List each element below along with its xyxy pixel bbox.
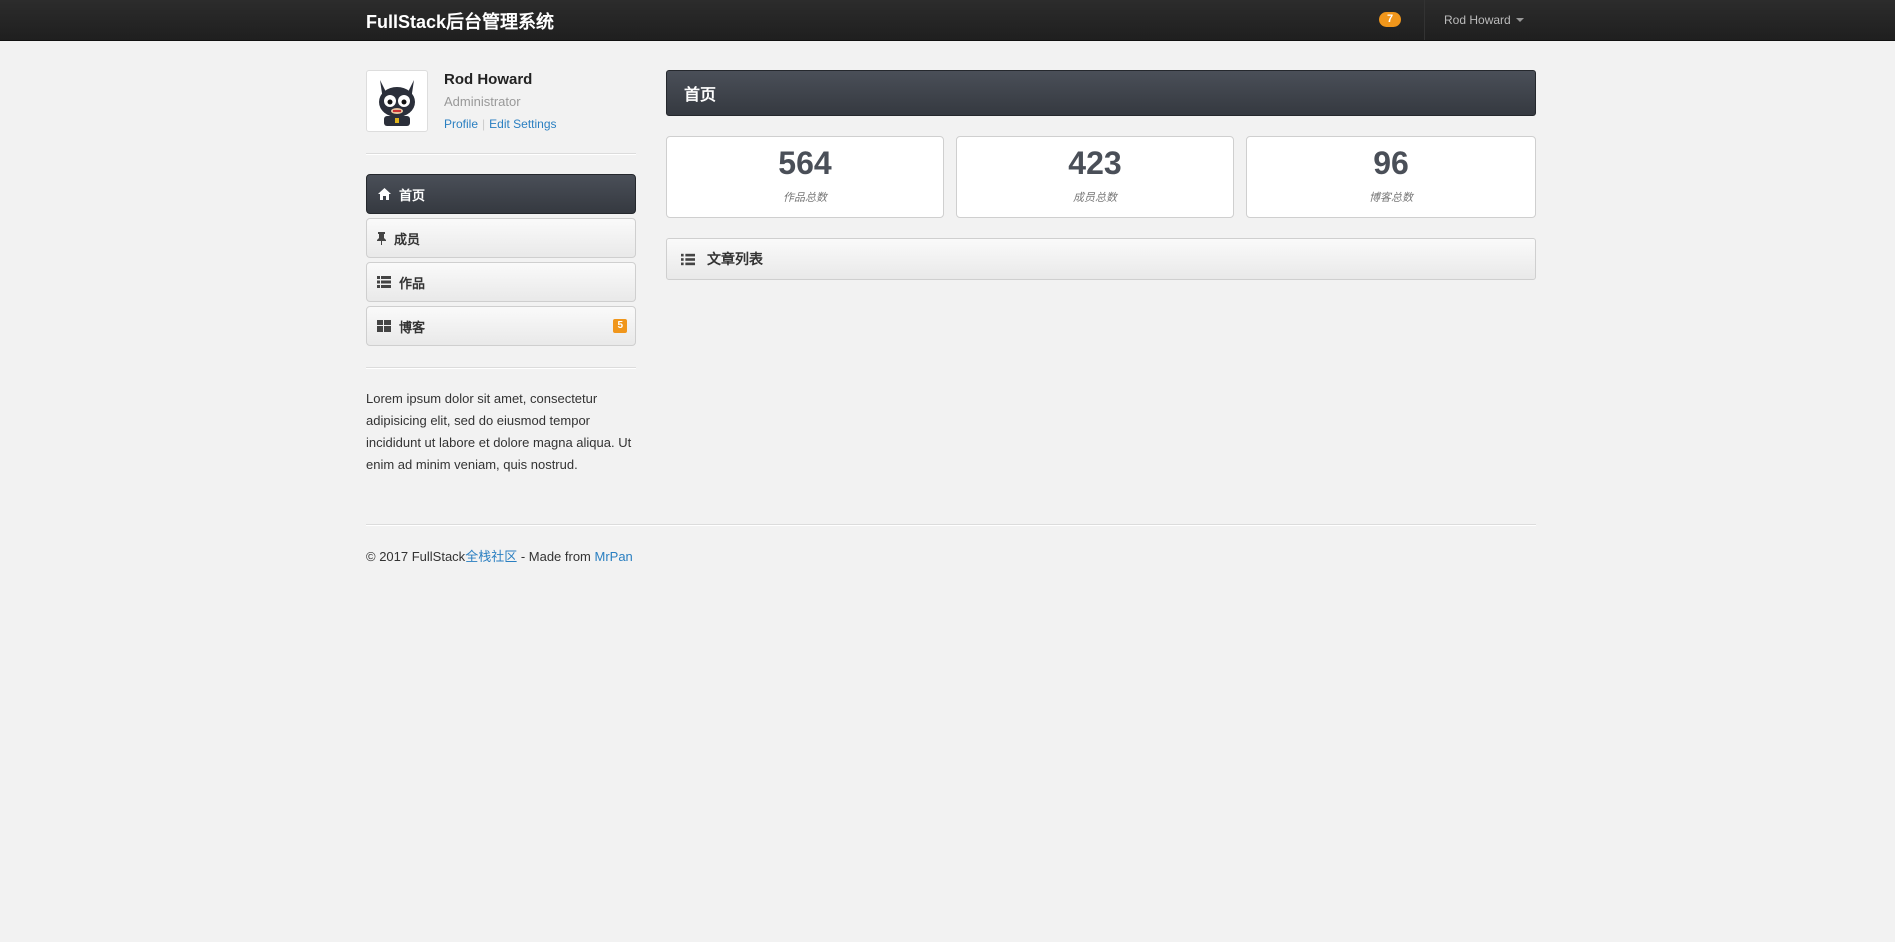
sidebar-item-label: 作品 bbox=[399, 275, 426, 291]
sidebar-item-home[interactable]: 首页 bbox=[366, 174, 636, 214]
stat-card-blogs: 96 博客总数 bbox=[1246, 136, 1536, 218]
article-list-title: 文章列表 bbox=[707, 251, 763, 267]
stat-card-members: 423 成员总数 bbox=[956, 136, 1234, 218]
article-list-header: 文章列表 bbox=[666, 238, 1536, 280]
brand-title[interactable]: FullStack后台管理系统 bbox=[366, 8, 554, 34]
sidebar-item-label: 首页 bbox=[399, 187, 426, 203]
stat-label: 作品总数 bbox=[783, 192, 827, 204]
sidebar-item-works[interactable]: 作品 bbox=[366, 262, 636, 302]
divider bbox=[366, 367, 636, 369]
sidebar-item-members[interactable]: 成员 bbox=[366, 218, 636, 258]
edit-settings-link[interactable]: Edit Settings bbox=[489, 117, 556, 131]
profile-role: Administrator bbox=[444, 94, 521, 109]
stat-value: 423 bbox=[1068, 145, 1122, 181]
stat-value: 96 bbox=[1373, 145, 1409, 181]
sidebar-item-label: 成员 bbox=[394, 231, 421, 247]
blog-count-badge: 5 bbox=[613, 319, 627, 333]
home-icon bbox=[377, 187, 391, 201]
grid-icon bbox=[377, 319, 391, 333]
avatar bbox=[366, 70, 428, 132]
sidebar-description: Lorem ipsum dolor sit amet, consectetur … bbox=[366, 391, 632, 472]
pin-icon bbox=[377, 231, 386, 245]
page-title: 首页 bbox=[666, 70, 1536, 116]
stat-card-works: 564 作品总数 bbox=[666, 136, 944, 218]
community-link[interactable]: 全栈社区 bbox=[465, 549, 517, 564]
footer: © 2017 FullStack全栈社区 - Made from MrPan bbox=[366, 546, 633, 565]
notification-badge[interactable]: 7 bbox=[1379, 12, 1402, 27]
stat-label: 成员总数 bbox=[1073, 192, 1117, 204]
batman-avatar-icon bbox=[379, 80, 415, 126]
stat-value: 564 bbox=[778, 145, 832, 181]
user-menu-dropdown[interactable]: Rod Howard bbox=[1424, 0, 1534, 40]
profile-links: Profile | Edit Settings bbox=[444, 117, 557, 131]
stat-label: 博客总数 bbox=[1369, 192, 1413, 204]
footer-made-from: - Made from bbox=[517, 549, 595, 564]
author-link[interactable]: MrPan bbox=[595, 549, 633, 564]
top-navbar: FullStack后台管理系统 7 Rod Howard bbox=[0, 0, 1895, 41]
user-menu-name: Rod Howard bbox=[1444, 13, 1511, 27]
footer-divider bbox=[366, 524, 1536, 526]
profile-name: Rod Howard bbox=[444, 71, 533, 88]
divider bbox=[366, 153, 636, 155]
list-icon bbox=[681, 252, 695, 266]
sidebar-item-blog[interactable]: 博客 5 bbox=[366, 306, 636, 346]
list-icon bbox=[377, 275, 391, 289]
profile-link[interactable]: Profile bbox=[444, 117, 478, 131]
footer-copyright: © 2017 FullStack bbox=[366, 549, 466, 564]
sidebar-item-label: 博客 bbox=[399, 319, 426, 335]
caret-down-icon bbox=[1515, 18, 1524, 22]
